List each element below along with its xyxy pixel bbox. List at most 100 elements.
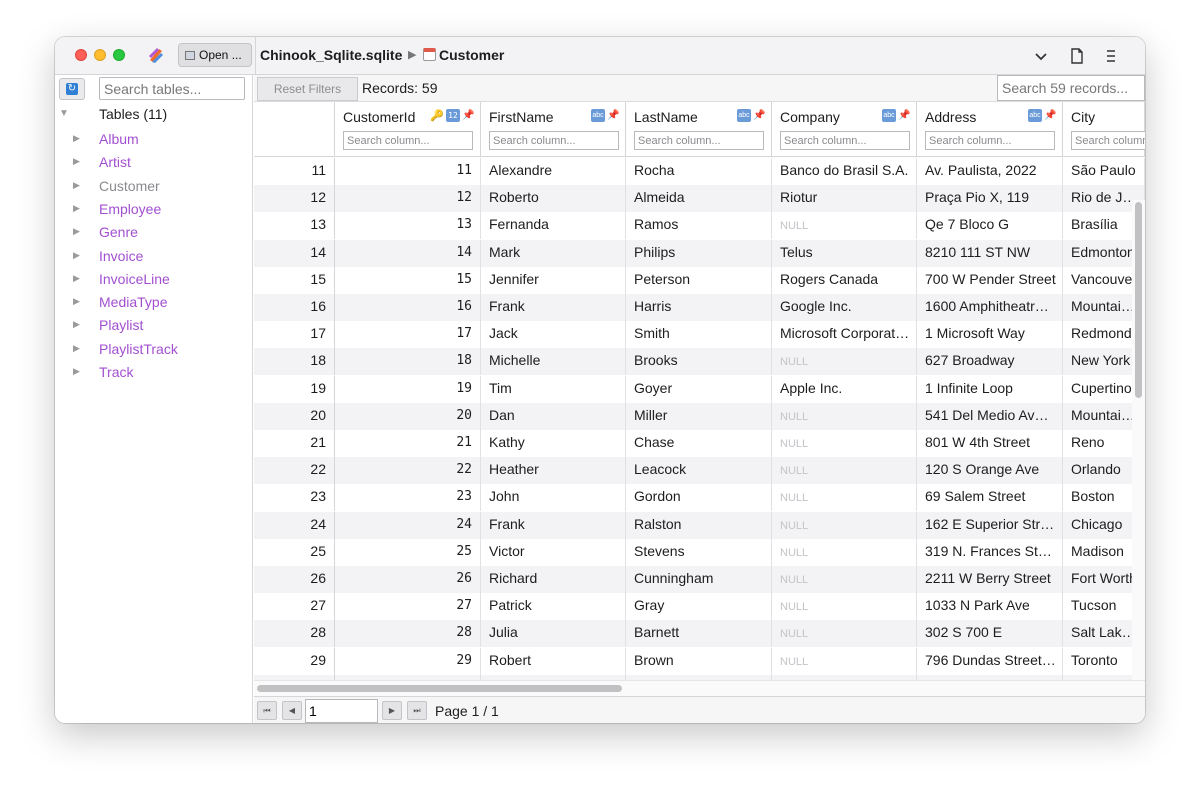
cell-customerid[interactable]: 16 (335, 294, 481, 321)
sidebar-item-mediatype[interactable]: ▶ MediaType (55, 292, 253, 314)
disclosure-closed-icon[interactable]: ▶ (73, 203, 80, 214)
disclosure-closed-icon[interactable]: ▶ (73, 319, 80, 330)
column-title[interactable]: FirstName (489, 109, 554, 125)
cell-company[interactable]: NULL (772, 212, 917, 240)
cell-lastname[interactable]: Harris (626, 294, 772, 321)
disclosure-closed-icon[interactable]: ▶ (73, 250, 80, 261)
sidebar-item-genre[interactable]: ▶ Genre (55, 222, 253, 244)
disclosure-closed-icon[interactable]: ▶ (73, 366, 80, 377)
cell-customerid[interactable]: 24 (335, 511, 481, 539)
open-database-button[interactable]: Open ... (178, 43, 252, 67)
cell-address[interactable]: 302 S 700 E (917, 620, 1063, 648)
cell-company[interactable]: Rogers Canada (772, 266, 917, 294)
cell-address[interactable]: 8210 111 ST NW (917, 239, 1063, 267)
cell-firstname[interactable]: Jennifer (481, 266, 626, 294)
cell-address[interactable]: 162 E Superior Street (917, 511, 1063, 539)
cell-company[interactable]: NULL (772, 402, 917, 430)
cell-firstname[interactable]: Dan (481, 402, 626, 430)
cell-lastname[interactable]: Philips (626, 239, 772, 267)
table-row[interactable]: 25 25 Victor Stevens NULL 319 N. Frances Stre… (254, 538, 1145, 566)
sidebar-item-invoice[interactable]: ▶ Invoice (55, 246, 253, 268)
column-header-customerid[interactable]: CustomerId 🔑 12 📌 (335, 102, 481, 157)
horizontal-scrollbar-thumb[interactable] (257, 685, 622, 692)
cell-firstname[interactable]: Kathy (481, 430, 626, 457)
cell-address[interactable]: 1 Microsoft Way (917, 321, 1063, 349)
zoom-window-button[interactable] (113, 49, 125, 61)
table-row[interactable]: 14 14 Mark Philips Telus 8210 111 ST NW Edmont… (254, 239, 1145, 267)
breadcrumb-table[interactable]: Customer (439, 47, 504, 63)
table-row[interactable]: 28 28 Julia Barnett NULL 302 S 700 E Salt Lake… (254, 620, 1145, 648)
column-search-input[interactable] (634, 131, 764, 150)
cell-firstname[interactable]: Robert (481, 647, 626, 675)
cell-company[interactable]: Apple Inc. (772, 375, 917, 403)
sidebar-item-invoiceline[interactable]: ▶ InvoiceLine (55, 269, 253, 291)
cell-firstname[interactable]: Alexandre (481, 158, 626, 185)
last-page-icon[interactable]: ⏭ (407, 701, 427, 720)
sidebar-item-playlisttrack[interactable]: ▶ PlaylistTrack (55, 339, 253, 361)
sidebar-item-track[interactable]: ▶ Track (55, 362, 253, 384)
chevron-down-icon[interactable] (1031, 46, 1051, 66)
cell-firstname[interactable]: Roberto (481, 185, 626, 213)
minimize-window-button[interactable] (94, 49, 106, 61)
tables-tree-root[interactable]: ▼ Tables (11) (55, 105, 253, 125)
cell-address[interactable]: Praça Pio X, 119 (917, 185, 1063, 213)
pin-icon[interactable]: 📌 (753, 109, 765, 123)
table-row[interactable]: 17 17 Jack Smith Microsoft Corporation 1 Micr… (254, 321, 1145, 349)
column-title[interactable]: LastName (634, 109, 698, 125)
cell-firstname[interactable]: Fernanda (481, 212, 626, 240)
table-row[interactable]: 16 16 Frank Harris Google Inc. 1600 Amphithea… (254, 294, 1145, 321)
cell-firstname[interactable]: Frank (481, 294, 626, 321)
cell-company[interactable]: NULL (772, 457, 917, 485)
pin-icon[interactable]: 📌 (898, 109, 910, 123)
cell-customerid[interactable]: 20 (335, 402, 481, 430)
disclosure-closed-icon[interactable]: ▶ (73, 226, 80, 237)
cell-customerid[interactable]: 26 (335, 566, 481, 593)
document-icon[interactable] (1067, 46, 1087, 66)
table-row[interactable]: 12 12 Roberto Almeida Riotur Praça Pio X, 119… (254, 185, 1145, 213)
disclosure-closed-icon[interactable]: ▶ (73, 296, 80, 307)
disclosure-closed-icon[interactable]: ▶ (73, 180, 80, 191)
next-page-icon[interactable]: ▶ (382, 701, 402, 720)
cell-lastname[interactable]: Gordon (626, 484, 772, 512)
cell-company[interactable]: NULL (772, 620, 917, 648)
refresh-button[interactable]: ↻ (59, 78, 85, 100)
cell-lastname[interactable]: Brooks (626, 348, 772, 376)
disclosure-closed-icon[interactable]: ▶ (73, 156, 80, 167)
cell-address[interactable]: 801 W 4th Street (917, 430, 1063, 457)
cell-address[interactable]: 319 N. Frances Street (917, 538, 1063, 566)
cell-lastname[interactable]: Ramos (626, 212, 772, 240)
cell-city[interactable]: São Paulo (1063, 158, 1145, 185)
cell-company[interactable]: NULL (772, 566, 917, 593)
cell-customerid[interactable]: 19 (335, 375, 481, 403)
column-header-lastname[interactable]: LastName abc 📌 (626, 102, 772, 157)
cell-lastname[interactable]: Rocha (626, 158, 772, 185)
cell-lastname[interactable]: Chase (626, 430, 772, 457)
cell-company[interactable]: Google Inc. (772, 294, 917, 321)
cell-firstname[interactable]: Michelle (481, 348, 626, 376)
cell-address[interactable]: Qe 7 Bloco G (917, 212, 1063, 240)
table-row[interactable]: 15 15 Jennifer Peterson Rogers Canada 700 W P… (254, 266, 1145, 294)
cell-address[interactable]: 700 W Pender Street (917, 266, 1063, 294)
search-records-input[interactable] (997, 75, 1145, 101)
page-number-input[interactable] (305, 699, 378, 723)
column-header-address[interactable]: Address abc 📌 (917, 102, 1063, 157)
cell-customerid[interactable]: 14 (335, 239, 481, 267)
cell-customerid[interactable]: 11 (335, 158, 481, 185)
previous-page-icon[interactable]: ◀ (282, 701, 302, 720)
cell-address[interactable]: 796 Dundas Street West (917, 647, 1063, 675)
cell-company[interactable]: Microsoft Corporation (772, 321, 917, 349)
table-row[interactable]: 23 23 John Gordon NULL 69 Salem Street Boston (254, 484, 1145, 512)
pin-icon[interactable]: 📌 (607, 109, 619, 123)
cell-company[interactable]: Telus (772, 239, 917, 267)
column-title[interactable]: City (1071, 109, 1095, 125)
column-header-company[interactable]: Company abc 📌 (772, 102, 917, 157)
search-tables-input[interactable] (99, 77, 245, 100)
cell-address[interactable]: 541 Del Medio Avenue (917, 402, 1063, 430)
cell-firstname[interactable]: Julia (481, 620, 626, 648)
table-row[interactable]: 22 22 Heather Leacock NULL 120 S Orange Ave Or… (254, 457, 1145, 485)
cell-company[interactable]: NULL (772, 348, 917, 376)
cell-lastname[interactable]: Smith (626, 321, 772, 349)
cell-firstname[interactable]: Victor (481, 538, 626, 566)
table-row[interactable]: 29 29 Robert Brown NULL 796 Dundas Street Wes… (254, 647, 1145, 675)
close-window-button[interactable] (75, 49, 87, 61)
